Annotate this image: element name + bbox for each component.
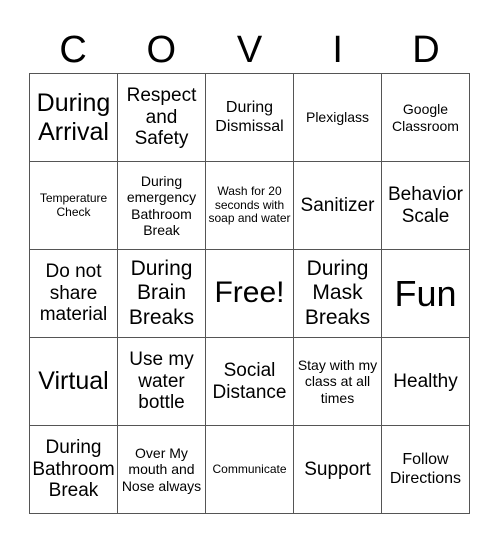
- bingo-cell[interactable]: Over My mouth and Nose always: [118, 426, 206, 514]
- bingo-cell[interactable]: Healthy: [382, 338, 470, 426]
- header-letter-o: O: [146, 29, 177, 71]
- bingo-cell[interactable]: Follow Directions: [382, 426, 470, 514]
- bingo-cell[interactable]: Communicate: [206, 426, 294, 514]
- bingo-cell[interactable]: During Dismissal: [206, 74, 294, 162]
- header-letter-v: V: [236, 29, 263, 71]
- bingo-cell[interactable]: During Mask Breaks: [294, 250, 382, 338]
- bingo-cell[interactable]: Stay with my class at all times: [294, 338, 382, 426]
- bingo-cell[interactable]: Google Classroom: [382, 74, 470, 162]
- header-letter-c: C: [59, 29, 87, 71]
- bingo-cell[interactable]: During Brain Breaks: [118, 250, 206, 338]
- bingo-cell[interactable]: During emergency Bathroom Break: [118, 162, 206, 250]
- header-letter-d: D: [412, 29, 440, 71]
- bingo-cell[interactable]: Virtual: [30, 338, 118, 426]
- bingo-cell[interactable]: Support: [294, 426, 382, 514]
- bingo-cell-free[interactable]: Free!: [206, 250, 294, 338]
- bingo-cell[interactable]: Do not share material: [30, 250, 118, 338]
- bingo-cell[interactable]: Use my water bottle: [118, 338, 206, 426]
- bingo-cell[interactable]: Sanitizer: [294, 162, 382, 250]
- bingo-cell[interactable]: Fun: [382, 250, 470, 338]
- bingo-grid: During Arrival Respect and Safety During…: [29, 73, 470, 514]
- bingo-cell[interactable]: Respect and Safety: [118, 74, 206, 162]
- bingo-cell[interactable]: Wash for 20 seconds with soap and water: [206, 162, 294, 250]
- bingo-header: C O V I D: [29, 28, 470, 72]
- bingo-cell[interactable]: Plexiglass: [294, 74, 382, 162]
- header-letter-i: I: [332, 29, 343, 71]
- bingo-cell[interactable]: During Arrival: [30, 74, 118, 162]
- bingo-cell[interactable]: During Bathroom Break: [30, 426, 118, 514]
- bingo-cell[interactable]: Behavior Scale: [382, 162, 470, 250]
- bingo-cell[interactable]: Social Distance: [206, 338, 294, 426]
- bingo-cell[interactable]: Temperature Check: [30, 162, 118, 250]
